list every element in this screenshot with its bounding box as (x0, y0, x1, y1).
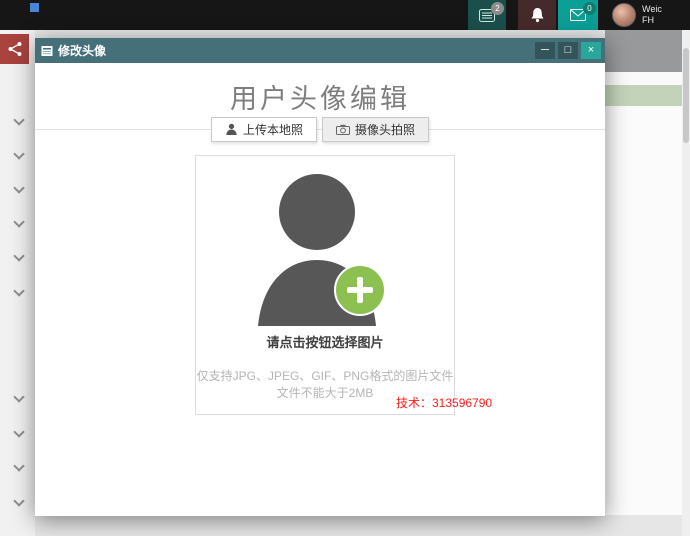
avatar-dialog: 修改头像 ─ □ × 用户头像编辑 上传本地照 (35, 38, 605, 516)
camera-icon (336, 124, 350, 135)
tab-camera-label: 摄像头拍照 (355, 121, 415, 138)
user-avatar[interactable] (612, 3, 636, 27)
tab-camera[interactable]: 摄像头拍照 (322, 117, 429, 142)
user-name-line2: FH (642, 15, 662, 26)
scrollbar-thumb[interactable] (683, 48, 689, 143)
background-panel-body (605, 106, 682, 515)
table-row-selected (605, 85, 682, 106)
user-name: Weic FH (642, 4, 662, 26)
upload-dropzone[interactable]: 请点击按钮选择图片 仅支持JPG、JPEG、GIF、PNG格式的图片文件 文件不… (195, 155, 455, 415)
person-icon (225, 123, 238, 136)
tab-upload-local[interactable]: 上传本地照 (211, 117, 317, 142)
add-photo-button[interactable] (334, 264, 386, 316)
upload-prompt: 请点击按钮选择图片 (196, 332, 454, 351)
app-icon (30, 3, 39, 12)
bell-icon (530, 7, 545, 23)
apps-menu-button[interactable]: 2 (468, 0, 506, 30)
sidebar-share-button[interactable] (0, 34, 29, 64)
mail-count-badge: 0 (583, 2, 596, 15)
dialog-titlebar[interactable]: 修改头像 ─ □ × (35, 38, 605, 63)
dialog-icon (41, 45, 53, 57)
user-name-line1: Weic (642, 4, 662, 15)
tab-bar: 上传本地照 摄像头拍照 (35, 117, 605, 142)
screen: 2 0 Weic FH (0, 0, 690, 536)
share-icon (7, 41, 23, 57)
messages-button[interactable]: 0 (558, 0, 598, 30)
tab-upload-local-label: 上传本地照 (243, 121, 303, 138)
maximize-button[interactable]: □ (558, 42, 578, 59)
notifications-button[interactable] (518, 0, 556, 30)
background-toolbar (605, 30, 682, 72)
background-content-panel (605, 30, 682, 536)
dialog-body: 用户头像编辑 上传本地照 摄像头拍照 (35, 63, 605, 516)
background-panel-top (605, 72, 682, 85)
dialog-heading: 用户头像编辑 (35, 77, 605, 116)
minimize-button[interactable]: ─ (535, 42, 555, 59)
dialog-title: 修改头像 (58, 42, 106, 59)
menu-count-badge: 2 (491, 2, 504, 15)
support-note: 技术：313596790 (396, 394, 492, 411)
close-button[interactable]: × (581, 42, 601, 59)
format-hint: 仅支持JPG、JPEG、GIF、PNG格式的图片文件 (196, 367, 454, 384)
scrollbar[interactable] (682, 30, 690, 536)
top-header: 2 0 Weic FH (0, 0, 690, 30)
